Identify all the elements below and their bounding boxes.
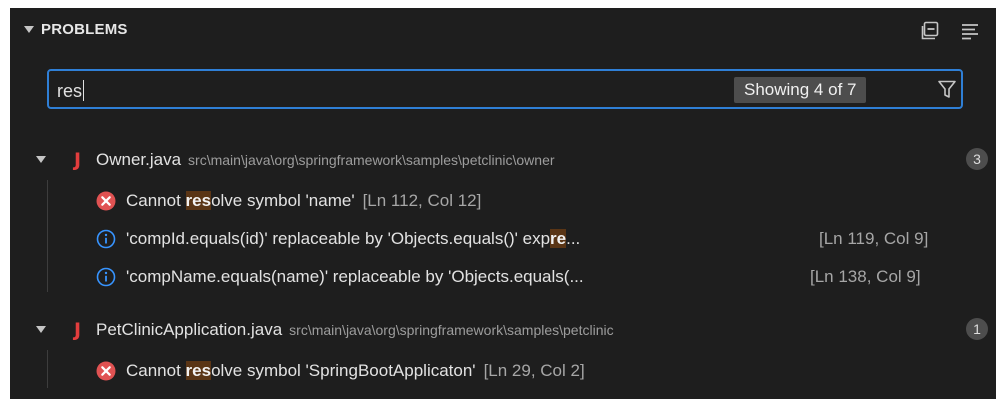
filter-input-value[interactable]: res xyxy=(57,80,85,102)
info-icon xyxy=(96,229,116,249)
problem-row[interactable]: Cannot resolve symbol 'name' [Ln 112, Col… xyxy=(10,183,996,221)
filter-input[interactable]: res Showing 4 of 7 xyxy=(47,69,963,109)
file-name: Owner.java src\main\java\org\springframew… xyxy=(96,150,555,169)
panel-title[interactable]: PROBLEMS xyxy=(41,21,128,38)
error-icon xyxy=(96,191,116,211)
file-name: PetClinicApplication.java src\main\java\o… xyxy=(96,320,614,339)
problem-message: Cannot resolve symbol 'SpringBootApplica… xyxy=(126,361,585,380)
problem-row[interactable]: Cannot resolve symbol 'SpringBootApplica… xyxy=(10,353,996,391)
problem-count-badge: 3 xyxy=(966,148,988,170)
file-path: src\main\java\org\springframework\sample… xyxy=(289,322,614,338)
chevron-down-icon[interactable] xyxy=(36,326,46,333)
file-row-owner[interactable]: J Owner.java src\main\java\org\springfram… xyxy=(10,142,996,180)
collapse-all-icon[interactable] xyxy=(920,21,940,41)
search-match-highlight: res xyxy=(185,191,212,210)
error-icon xyxy=(96,361,116,381)
search-match-highlight: res xyxy=(185,361,212,380)
text-cursor xyxy=(83,80,85,101)
java-file-icon: J xyxy=(74,149,82,171)
problem-location: [Ln 29, Col 2] xyxy=(483,361,585,380)
filter-icon[interactable] xyxy=(937,79,957,99)
problem-location: [Ln 138, Col 9] xyxy=(810,267,921,286)
search-match-highlight: re xyxy=(550,229,567,248)
file-row-petclinicapplication[interactable]: J PetClinicApplication.java src\main\java… xyxy=(10,312,996,350)
panel-header: PROBLEMS xyxy=(10,8,996,56)
java-file-icon: J xyxy=(74,319,82,341)
file-path: src\main\java\org\springframework\sample… xyxy=(188,152,555,168)
filter-count-badge: Showing 4 of 7 xyxy=(734,77,867,103)
problem-message: Cannot resolve symbol 'name' [Ln 112, Col… xyxy=(126,191,482,210)
chevron-down-icon[interactable] xyxy=(36,156,46,163)
chevron-down-icon[interactable] xyxy=(24,26,34,33)
problem-location: [Ln 119, Col 9] xyxy=(819,229,929,248)
problem-count-badge: 1 xyxy=(966,318,988,340)
problem-message: 'compId.equals(id)' replaceable by 'Obje… xyxy=(126,229,581,248)
problem-row[interactable]: 'compId.equals(id)' replaceable by 'Obje… xyxy=(10,221,996,259)
problem-message: 'compName.equals(name)' replaceable by '… xyxy=(126,267,584,286)
info-icon xyxy=(96,267,116,287)
problems-panel: PROBLEMS res Showing 4 of 7 J Owner.java… xyxy=(10,8,996,399)
list-view-icon[interactable] xyxy=(960,21,980,41)
problem-row[interactable]: 'compName.equals(name)' replaceable by '… xyxy=(10,259,996,297)
problem-location: [Ln 112, Col 12] xyxy=(362,191,482,210)
